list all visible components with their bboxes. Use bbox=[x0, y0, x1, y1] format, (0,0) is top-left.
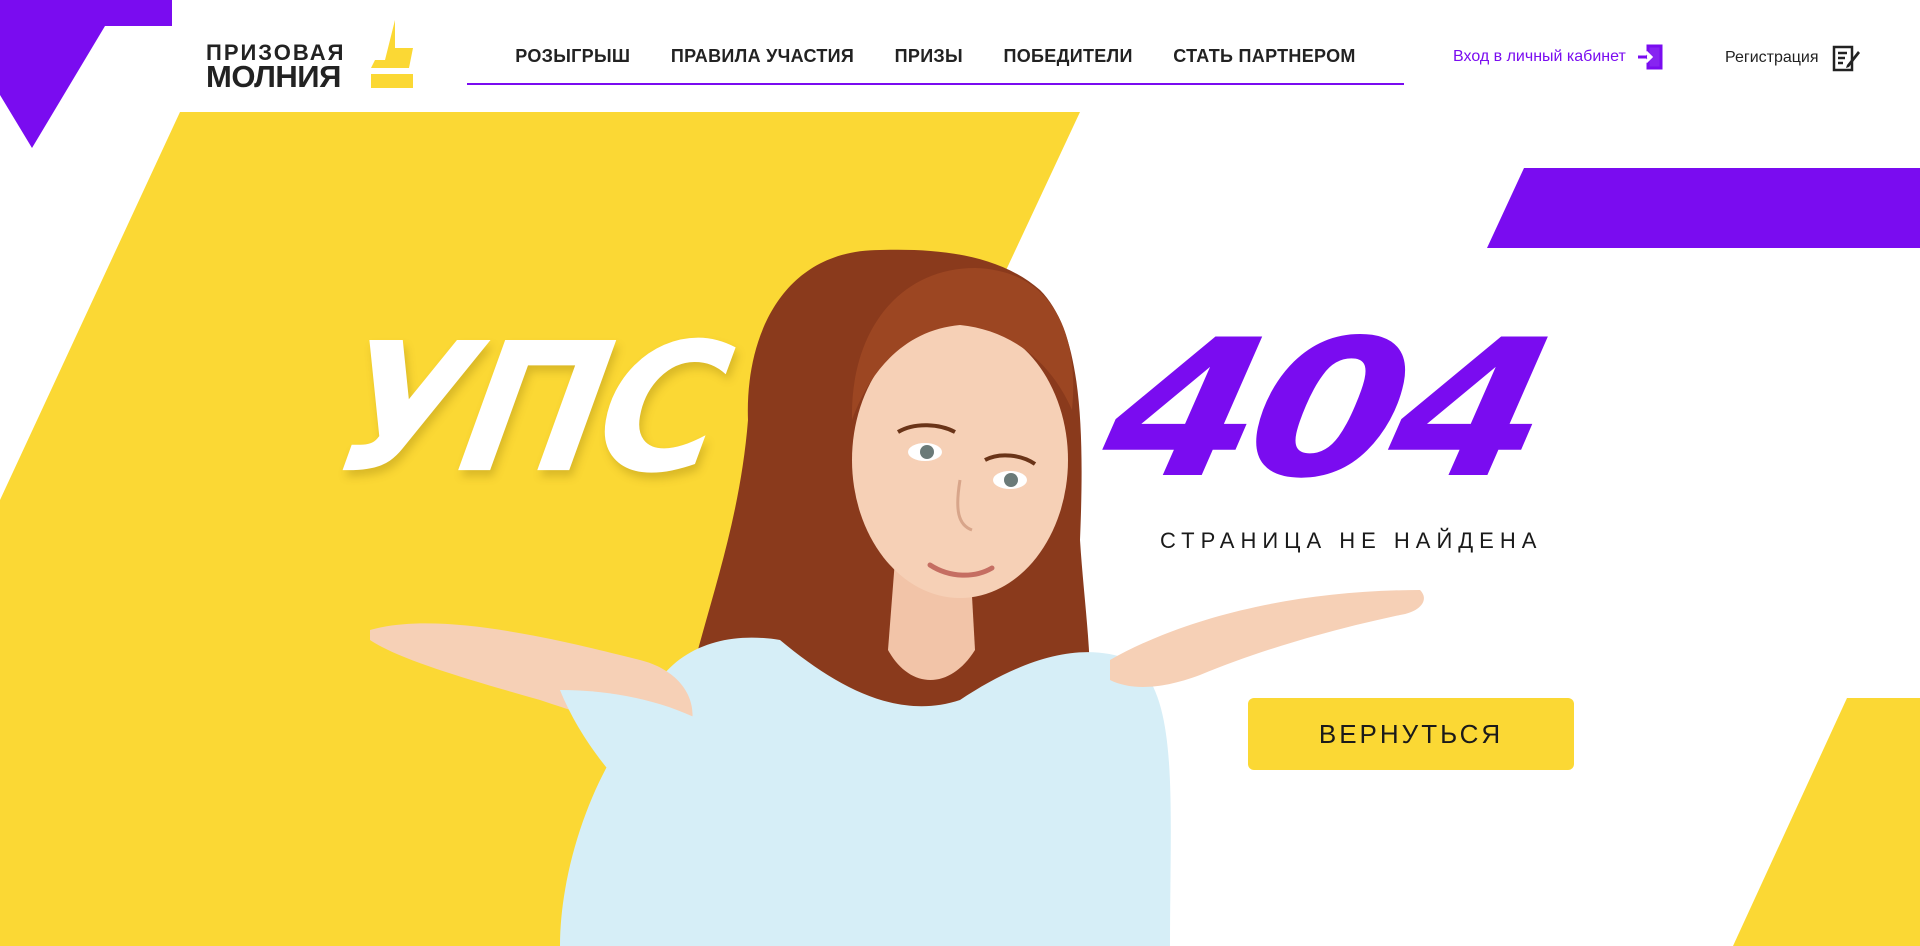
back-button[interactable]: ВЕРНУТЬСЯ bbox=[1248, 698, 1574, 770]
login-icon bbox=[1637, 44, 1663, 70]
site-logo[interactable]: ПРИЗОВАЯ МОЛНИЯ bbox=[206, 20, 416, 94]
logo-text-line2: МОЛНИЯ bbox=[206, 59, 341, 94]
nav-item-draw[interactable]: РОЗЫГРЫШ bbox=[515, 46, 630, 67]
shrugging-woman-illustration bbox=[370, 249, 1424, 946]
error-code: 404 bbox=[1087, 299, 1563, 520]
register-label: Регистрация bbox=[1725, 49, 1819, 66]
nav-item-winners[interactable]: ПОБЕДИТЕЛИ bbox=[1004, 46, 1133, 67]
main-navigation: РОЗЫГРЫШ ПРАВИЛА УЧАСТИЯ ПРИЗЫ ПОБЕДИТЕЛ… bbox=[467, 38, 1404, 85]
nav-item-partner[interactable]: СТАТЬ ПАРТНЕРОМ bbox=[1173, 46, 1355, 67]
login-link[interactable]: Вход в личный кабинет bbox=[1453, 43, 1664, 71]
nav-item-rules[interactable]: ПРАВИЛА УЧАСТИЯ bbox=[671, 46, 854, 67]
error-404-page: ПРИЗОВАЯ МОЛНИЯ РОЗЫГРЫШ ПРАВИЛА УЧАСТИЯ… bbox=[0, 0, 1920, 946]
register-icon bbox=[1832, 45, 1860, 72]
lightning-logo-icon bbox=[371, 20, 413, 88]
register-link[interactable]: Регистрация bbox=[1725, 43, 1861, 73]
not-found-message: СТРАНИЦА НЕ НАЙДЕНА bbox=[1160, 528, 1543, 553]
site-header: ПРИЗОВАЯ МОЛНИЯ РОЗЫГРЫШ ПРАВИЛА УЧАСТИЯ… bbox=[0, 0, 1920, 100]
nav-item-prizes[interactable]: ПРИЗЫ bbox=[895, 46, 963, 67]
oops-heading: УПС bbox=[321, 305, 739, 514]
login-label: Вход в личный кабинет bbox=[1453, 48, 1626, 65]
